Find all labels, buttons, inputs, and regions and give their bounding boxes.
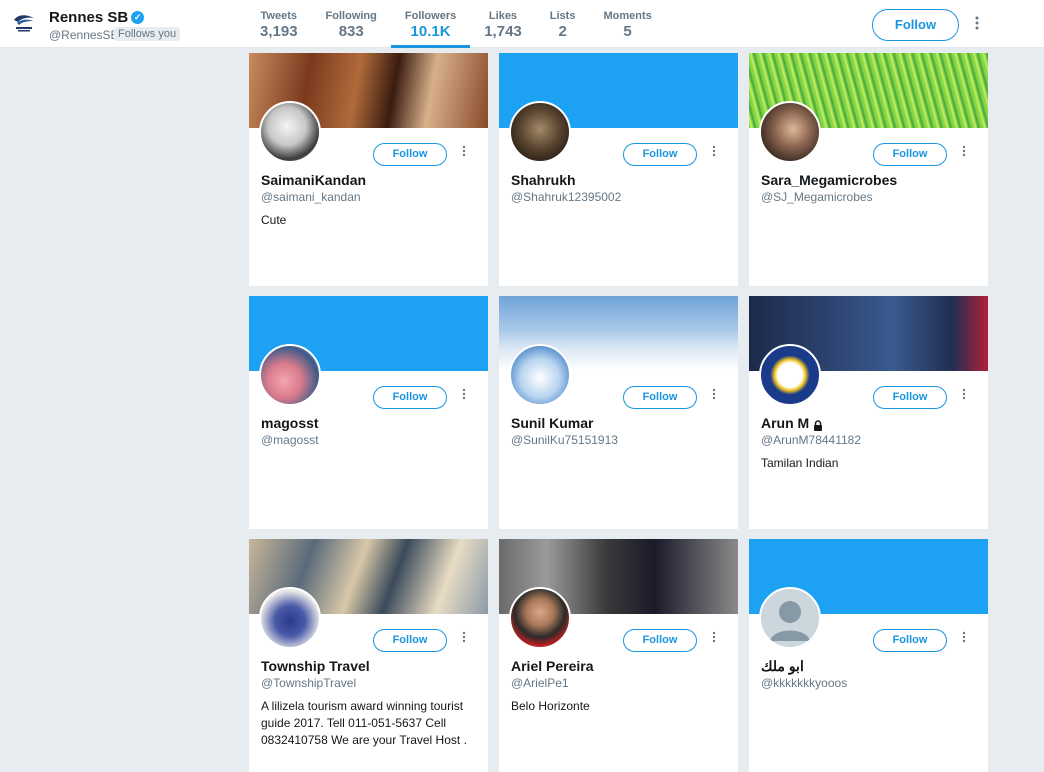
- user-handle[interactable]: @SJ_Megamicrobes: [761, 190, 873, 204]
- stat-value: 833: [338, 23, 364, 40]
- stat-label: Moments: [603, 10, 652, 22]
- stat-likes[interactable]: Likes 1,743: [470, 0, 536, 48]
- profile-card[interactable]: Follow Shahrukh @Shahruk12395002: [499, 53, 738, 286]
- follow-button[interactable]: Follow: [623, 629, 697, 652]
- user-name[interactable]: Arun M: [761, 415, 823, 431]
- user-bio: A lilizela tourism award winning tourist…: [261, 699, 467, 747]
- stat-value: 3,193: [260, 23, 298, 40]
- stat-followers[interactable]: Followers 10.1K: [390, 0, 471, 48]
- user-handle[interactable]: @ArunM78441182: [761, 433, 861, 447]
- follow-button[interactable]: Follow: [623, 143, 697, 166]
- profile-card[interactable]: Follow Sunil Kumar @SunilKu75151913: [499, 296, 738, 529]
- rennes-logo[interactable]: [12, 12, 36, 36]
- user-bio: Cute: [261, 213, 287, 227]
- user-name[interactable]: ابو ملك: [761, 658, 804, 675]
- user-handle[interactable]: @kkkkkkkyooos: [761, 676, 847, 690]
- more-options-icon[interactable]: [959, 388, 969, 406]
- user-name-text: Sara_Megamicrobes: [761, 172, 898, 188]
- profile-card[interactable]: Follow SaimaniKandan @saimani_kandan Cut…: [249, 53, 488, 286]
- profile-handle: @RennesSB: [49, 28, 119, 42]
- profile-card[interactable]: Follow Ariel Pereira @ArielPe1 Belo Hori…: [499, 539, 738, 772]
- user-name[interactable]: Shahrukh: [511, 172, 576, 188]
- user-name-text: Sunil Kumar: [511, 415, 594, 431]
- lock-icon: [813, 418, 823, 431]
- follow-button[interactable]: Follow: [373, 629, 447, 652]
- user-name-text: Shahrukh: [511, 172, 576, 188]
- user-name-text: magosst: [261, 415, 319, 431]
- stat-label: Lists: [549, 10, 576, 22]
- avatar[interactable]: [759, 344, 821, 406]
- avatar[interactable]: [259, 344, 321, 406]
- user-name[interactable]: Sara_Megamicrobes: [761, 172, 897, 188]
- avatar[interactable]: [259, 101, 321, 163]
- follow-button[interactable]: Follow: [873, 386, 947, 409]
- follows-you-badge: Follows you: [114, 27, 181, 41]
- stat-value: 1,743: [484, 23, 522, 40]
- follow-button[interactable]: Follow: [872, 9, 959, 41]
- stat-label: Following: [325, 10, 377, 22]
- profile-card[interactable]: Follow magosst @magosst: [249, 296, 488, 529]
- profile-card[interactable]: Follow Sara_Megamicrobes @SJ_Megamicrobe…: [749, 53, 988, 286]
- more-options-icon[interactable]: [459, 145, 469, 163]
- stat-label: Tweets: [260, 10, 298, 22]
- more-options-icon[interactable]: [959, 145, 969, 163]
- avatar[interactable]: [759, 101, 821, 163]
- user-handle[interactable]: @TownshipTravel: [261, 676, 356, 690]
- user-handle[interactable]: @Shahruk12395002: [511, 190, 621, 204]
- user-handle[interactable]: @saimani_kandan: [261, 190, 361, 204]
- profile-card[interactable]: Follow Township Travel @TownshipTravel A…: [249, 539, 488, 772]
- more-options-icon[interactable]: [459, 388, 469, 406]
- stat-following[interactable]: Following 833: [312, 0, 391, 48]
- stat-moments[interactable]: Moments 5: [589, 0, 665, 48]
- user-name[interactable]: Township Travel: [261, 658, 370, 674]
- user-name-text: ابو ملك: [761, 658, 804, 674]
- profile-name[interactable]: Rennes SB ✓: [49, 9, 145, 26]
- more-options-icon[interactable]: [709, 145, 719, 163]
- user-handle[interactable]: @ArielPe1: [511, 676, 569, 690]
- profile-name-text: Rennes SB: [49, 9, 129, 26]
- more-options-icon[interactable]: [709, 388, 719, 406]
- avatar[interactable]: [509, 587, 571, 649]
- avatar[interactable]: [509, 344, 571, 406]
- user-name-text: SaimaniKandan: [261, 172, 367, 188]
- profile-card[interactable]: Follow ابو ملك @kkkkkkkyooos: [749, 539, 988, 772]
- default-avatar-icon[interactable]: [759, 587, 821, 649]
- more-options-icon[interactable]: [459, 631, 469, 649]
- user-name[interactable]: magosst: [261, 415, 319, 431]
- stat-lists[interactable]: Lists 2: [536, 0, 590, 48]
- follow-button[interactable]: Follow: [623, 386, 697, 409]
- stat-label: Likes: [488, 10, 518, 22]
- more-options-icon[interactable]: [970, 14, 984, 36]
- stat-value: 10.1K: [410, 23, 451, 40]
- user-handle[interactable]: @SunilKu75151913: [511, 433, 618, 447]
- profile-nav-bar: Rennes SB ✓ @RennesSB Follows you Tweets…: [0, 0, 1044, 48]
- stat-tweets[interactable]: Tweets 3,193: [246, 0, 312, 48]
- avatar[interactable]: [259, 587, 321, 649]
- stat-label: Followers: [404, 10, 457, 22]
- follow-button[interactable]: Follow: [373, 386, 447, 409]
- user-bio: Tamilan Indian: [761, 456, 839, 470]
- more-options-icon[interactable]: [709, 631, 719, 649]
- user-handle[interactable]: @magosst: [261, 433, 319, 447]
- follow-button[interactable]: Follow: [373, 143, 447, 166]
- user-name[interactable]: SaimaniKandan: [261, 172, 366, 188]
- user-name-text: Township Travel: [261, 658, 370, 674]
- stat-value: 5: [623, 23, 632, 40]
- user-name-text: Ariel Pereira: [511, 658, 594, 674]
- follow-button[interactable]: Follow: [873, 143, 947, 166]
- follow-button[interactable]: Follow: [873, 629, 947, 652]
- user-name-text: Arun M: [761, 415, 810, 431]
- profile-card[interactable]: Follow Arun M @ArunM78441182 Tamilan Ind…: [749, 296, 988, 529]
- user-name[interactable]: Sunil Kumar: [511, 415, 593, 431]
- more-options-icon[interactable]: [959, 631, 969, 649]
- user-bio: Belo Horizonte: [511, 699, 590, 713]
- verified-badge-icon: ✓: [131, 11, 145, 24]
- stat-value: 2: [558, 23, 567, 40]
- avatar[interactable]: [509, 101, 571, 163]
- user-name[interactable]: Ariel Pereira: [511, 658, 594, 674]
- profile-stats-nav: Tweets 3,193 Following 833 Followers 10.…: [246, 0, 666, 48]
